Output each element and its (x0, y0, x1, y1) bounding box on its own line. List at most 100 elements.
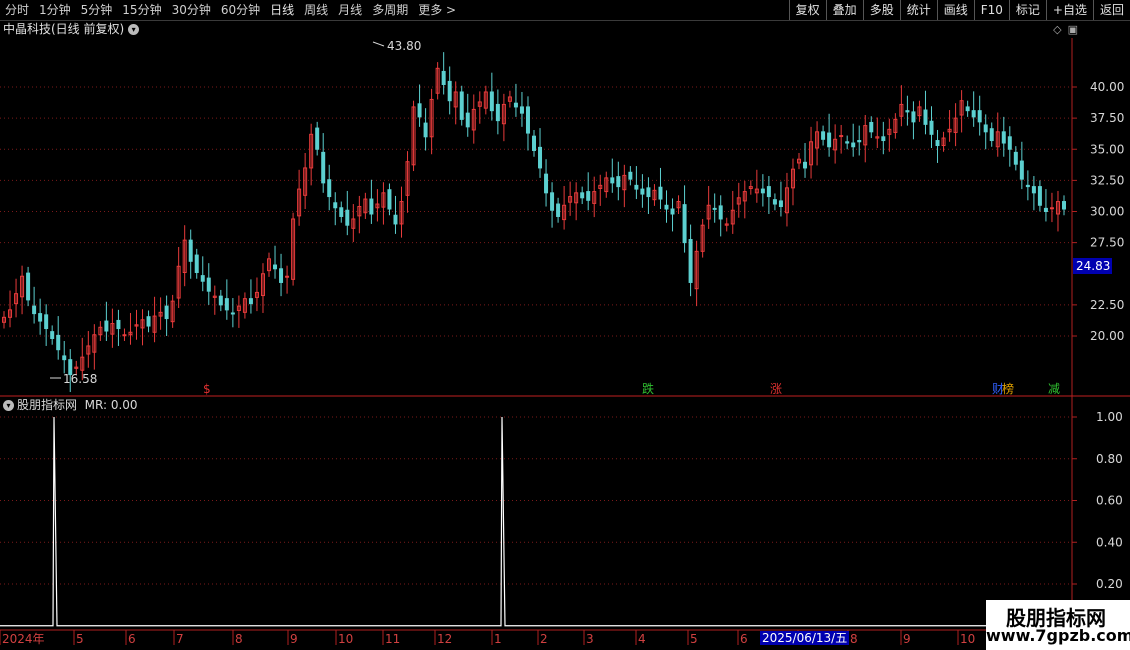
candle-body (489, 91, 494, 112)
candle-body (513, 102, 518, 108)
candle-body (839, 135, 844, 138)
toolbar-action-button[interactable]: 复权 (788, 0, 826, 20)
candle-body (465, 112, 470, 128)
candle-body (2, 316, 6, 323)
candle-body (634, 184, 639, 190)
candle-body (544, 173, 549, 194)
date-tick-label: 7 (176, 632, 184, 646)
current-price-badge: 24.83 (1073, 258, 1112, 274)
candle-body (345, 209, 350, 226)
period-tab[interactable]: 日线 (265, 0, 299, 20)
toolbar-action-button[interactable]: 标记 (1008, 0, 1046, 20)
event-marker: 减 (1048, 382, 1060, 396)
toolbar-action-button[interactable]: 统计 (899, 0, 937, 20)
period-tab[interactable]: 5分钟 (76, 0, 118, 20)
high-price-label: 43.80 (387, 39, 421, 53)
date-tick-label: 2024年 (2, 632, 45, 646)
candle-body (803, 161, 808, 169)
candle-body (1031, 186, 1036, 194)
candle-body (501, 103, 506, 125)
candle-body (983, 124, 988, 133)
toolbar-action-button[interactable]: 多股 (862, 0, 900, 20)
candle-body (14, 293, 19, 305)
candle-body (393, 214, 398, 225)
candle-body (62, 355, 67, 361)
chart-canvas: 40.00 37.50 35.00 32.50 30.00 27.50 22.50 20.00… (0, 38, 1130, 646)
toolbar-action-button[interactable]: 叠加 (825, 0, 863, 20)
candle-body (658, 186, 663, 200)
candle-body (321, 151, 326, 184)
price-tick-label: 20.00 (1090, 329, 1124, 343)
period-tab[interactable]: 更多 > (413, 0, 461, 20)
indicator-tick-label: 0.40 (1096, 535, 1123, 549)
candle-body (128, 331, 133, 336)
candle-body (20, 275, 25, 298)
mr-indicator-line (0, 416, 1072, 627)
candle-body (610, 177, 615, 184)
candle-body (248, 298, 253, 305)
candle-body (742, 191, 747, 202)
period-tab[interactable]: 周线 (299, 0, 333, 20)
candle-body (580, 192, 585, 199)
candle-body (616, 176, 621, 188)
candle-body (827, 132, 832, 148)
candle-body (146, 316, 151, 327)
candle-body (604, 177, 609, 193)
candle-body (387, 189, 392, 210)
candle-body (92, 334, 97, 353)
period-tabs: 分时 1分钟 5分钟 15分钟 30分钟 60分钟 日线 周线 月线 多周期 更多 > (0, 0, 461, 20)
period-tab[interactable]: 月线 (333, 0, 367, 20)
candle-body (351, 218, 356, 229)
candle-body (881, 136, 886, 142)
toolbar-action-button[interactable]: 返回 (1092, 0, 1130, 20)
period-tab[interactable]: 60分钟 (216, 0, 265, 20)
toolbar-action-button[interactable]: F10 (973, 0, 1009, 20)
price-tick-label: 35.00 (1090, 142, 1124, 156)
candle-body (538, 146, 543, 169)
candle-body (869, 121, 874, 133)
indicator-value: MR: 0.00 (84, 398, 138, 412)
candle-body (339, 207, 344, 217)
cursor-date-badge: 2025/06/13/五 (760, 631, 850, 645)
candle-body (327, 179, 332, 198)
candle-body (989, 128, 994, 142)
date-tick-label: 10 (338, 632, 353, 646)
period-tab[interactable]: 30分钟 (167, 0, 216, 20)
indicator-tick-label: 0.80 (1096, 452, 1123, 466)
candle-body (26, 272, 31, 301)
low-price-label: 16.58 (63, 372, 97, 386)
price-tick-label: 40.00 (1090, 80, 1124, 94)
candle-body (405, 161, 410, 196)
toolbar-action-button[interactable]: 画线 (936, 0, 974, 20)
date-tick-label: 5 (690, 632, 698, 646)
chart-title-text: 中晶科技(日线 前复权) (3, 22, 125, 36)
candle-body (1025, 184, 1030, 188)
candle-body (477, 101, 482, 107)
candle-body (1037, 186, 1042, 206)
chevron-down-icon[interactable]: ▾ (3, 400, 14, 411)
candle-body (748, 186, 753, 189)
period-tab[interactable]: 多周期 (367, 0, 413, 20)
panel-toggle-icon[interactable]: ▣ (1068, 23, 1078, 36)
chevron-down-icon[interactable]: ▾ (128, 24, 140, 35)
period-tab[interactable]: 15分钟 (117, 0, 166, 20)
candle-body (50, 331, 55, 339)
candle-body (772, 199, 777, 205)
period-tab[interactable]: 1分钟 (34, 0, 76, 20)
period-tab[interactable]: 分时 (0, 0, 34, 20)
indicator-tick-label: 0.60 (1096, 494, 1123, 508)
candle-body (411, 106, 416, 166)
toolbar-action-button[interactable]: +自选 (1045, 0, 1093, 20)
candle-body (525, 106, 530, 134)
candle-body (845, 141, 850, 144)
candle-body (188, 239, 193, 262)
candle-body (134, 324, 139, 327)
candle-body (935, 140, 940, 147)
toolbar-actions: 复权 叠加 多股 统计 画线 F10 标记 +自选 返回 (788, 0, 1130, 20)
candle-body (200, 275, 205, 282)
diamond-icon[interactable]: ◇ (1053, 23, 1061, 36)
date-tick-label: 12 (437, 632, 452, 646)
candle-body (652, 189, 657, 201)
candle-body (507, 96, 512, 102)
candle-body (483, 91, 488, 109)
